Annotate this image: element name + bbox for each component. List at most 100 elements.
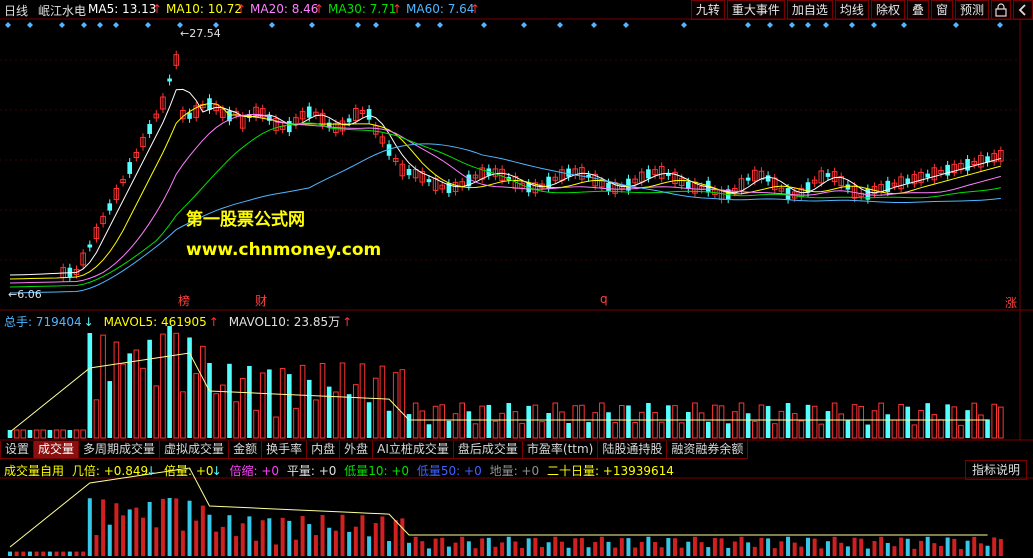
indicator-bar — [958, 549, 963, 556]
volume-bar — [878, 402, 884, 439]
volume-bar — [586, 422, 591, 438]
candle-body — [606, 182, 611, 191]
volume-bar — [958, 424, 964, 439]
candle-body — [306, 106, 312, 118]
tab-multi-period-volume[interactable]: 多周期成交量 — [78, 441, 161, 459]
indicator-bar — [47, 551, 52, 556]
indicator-bar — [945, 537, 950, 556]
volume-bar — [366, 402, 372, 438]
indicator-bar — [905, 538, 910, 556]
event-diamond-icon — [789, 22, 795, 28]
volume-bar — [572, 405, 579, 439]
tab-amount[interactable]: 金额 — [228, 441, 263, 459]
indicator-bar — [786, 536, 791, 556]
indicator-bar — [360, 515, 365, 556]
indicator-bar — [732, 541, 737, 556]
total-volume: 总手: 719404 — [4, 315, 82, 329]
volume-bar — [180, 391, 186, 439]
indicator-bar — [307, 524, 312, 556]
volume-bar — [858, 405, 865, 439]
low-price-label: ←6.06 — [8, 288, 42, 301]
volume-bar — [559, 411, 565, 439]
volume-bar — [140, 367, 146, 439]
indicator-bar — [313, 535, 318, 556]
tab-virtual-volume[interactable]: 虚拟成交量 — [159, 441, 230, 459]
indicator-bar — [320, 515, 325, 556]
tab-ai-volume[interactable]: AI立桩成交量 — [372, 441, 454, 459]
indicator-bar — [586, 547, 591, 556]
volume-bar — [267, 369, 272, 438]
volume-bar — [978, 414, 984, 439]
indicator-bar — [300, 516, 305, 556]
candle-body — [825, 173, 831, 177]
marker-zhang[interactable]: 涨 — [1005, 294, 1017, 311]
event-diamond-icon — [521, 22, 527, 28]
indicator-bar — [81, 551, 86, 556]
volume-bar — [279, 368, 286, 439]
event-diamond-icon — [437, 22, 443, 28]
marker-bang[interactable]: 榜 — [178, 292, 190, 309]
indicator-bar — [426, 548, 431, 556]
tab-volume[interactable]: 成交量 — [33, 441, 80, 459]
event-diamond-icon — [823, 22, 829, 28]
indicator-bar — [147, 501, 152, 556]
indicator-bar — [293, 539, 298, 556]
tab-hk-connect[interactable]: 陆股通持股 — [597, 441, 668, 459]
tab-pe-ttm[interactable]: 市盈率(ttm) — [521, 441, 599, 459]
indicator-bar — [260, 520, 265, 556]
indicator-bar — [752, 546, 757, 556]
total-down-arrow-icon: ↓ — [83, 315, 94, 329]
volume-bar — [40, 429, 47, 439]
mavol10: MAVOL10: 23.85万 — [228, 315, 341, 329]
volume-bar — [386, 410, 392, 438]
indicator-bar — [41, 551, 46, 556]
indicator-bar — [646, 536, 651, 556]
tab-inner-volume[interactable]: 内盘 — [306, 441, 341, 459]
indicator-bar — [739, 536, 744, 556]
indicator-explain-button[interactable]: 指标说明 — [964, 460, 1027, 480]
event-diamond-icon — [623, 22, 629, 28]
volume-bar — [738, 402, 745, 439]
indicator-bar — [453, 542, 458, 556]
tab-outer-volume[interactable]: 外盘 — [339, 441, 374, 459]
tab-margin-trading[interactable]: 融资融券余额 — [666, 441, 749, 459]
candle-body — [945, 164, 950, 176]
marker-q[interactable]: q — [600, 292, 608, 306]
indicator-bar — [180, 530, 185, 556]
indicator-bar — [952, 538, 957, 556]
volume-bar — [133, 349, 140, 439]
event-diamond-icon — [373, 22, 379, 28]
indicator-bar — [220, 526, 225, 556]
volume-bar — [452, 413, 459, 439]
indicator-bar — [114, 503, 119, 556]
indicator-bar — [380, 516, 385, 556]
volume-bar — [67, 430, 73, 438]
volume-bar — [499, 412, 505, 439]
tab-turnover[interactable]: 换手率 — [261, 441, 308, 459]
volume-bar — [193, 373, 199, 439]
indicator-bar — [413, 536, 418, 556]
event-diamond-icon — [145, 22, 151, 28]
indicator-bar — [400, 518, 405, 556]
indicator-bar — [340, 514, 345, 556]
volume-bar — [446, 420, 452, 438]
volume-bar — [486, 404, 492, 438]
indicator-bar — [54, 551, 59, 556]
volume-bar — [672, 405, 678, 439]
tab-after-hours-volume[interactable]: 盘后成交量 — [452, 441, 523, 459]
volume-bar — [546, 413, 551, 438]
indicator-bar — [520, 547, 525, 556]
indicator-bar — [659, 547, 664, 556]
candle-body — [566, 168, 571, 177]
indicator-bar — [759, 537, 764, 556]
tab-settings[interactable]: 设置 — [0, 441, 35, 459]
volume-bar — [227, 363, 232, 438]
indicator-bar — [533, 537, 538, 556]
indicator-bar — [480, 538, 485, 556]
volume-bar — [492, 420, 499, 439]
volume-bar — [745, 413, 751, 438]
indicator-bar — [712, 537, 717, 556]
marker-cai[interactable]: 财 — [255, 292, 267, 309]
volume-bar — [27, 430, 33, 438]
indicator-bar — [127, 509, 132, 556]
